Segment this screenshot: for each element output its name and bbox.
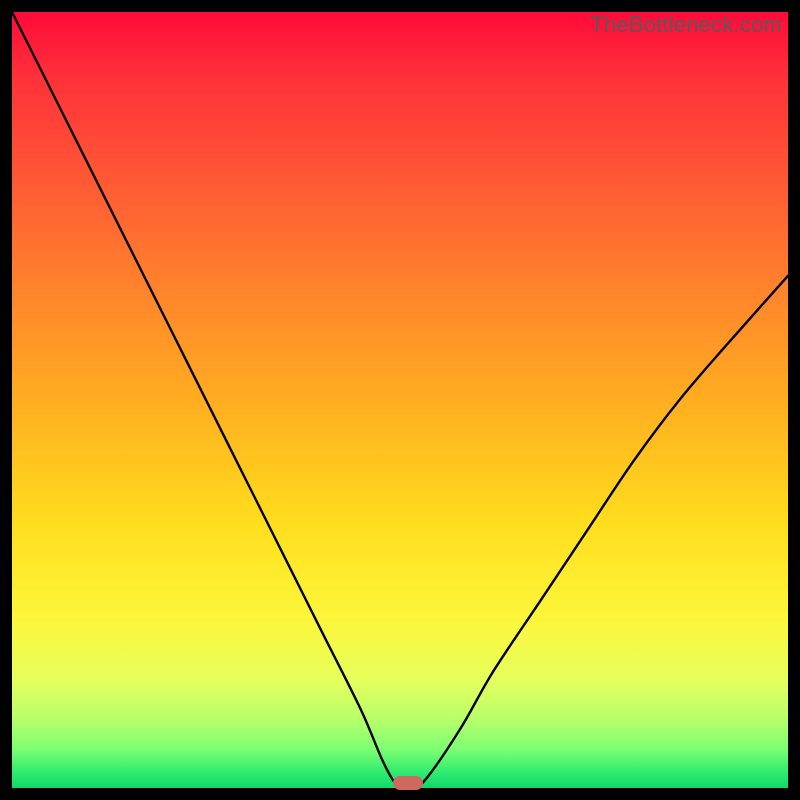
optimal-point-marker <box>393 776 423 790</box>
chart-frame: TheBottleneck.com <box>0 0 800 800</box>
bottleneck-curve <box>12 12 788 788</box>
plot-area: TheBottleneck.com <box>12 12 788 788</box>
